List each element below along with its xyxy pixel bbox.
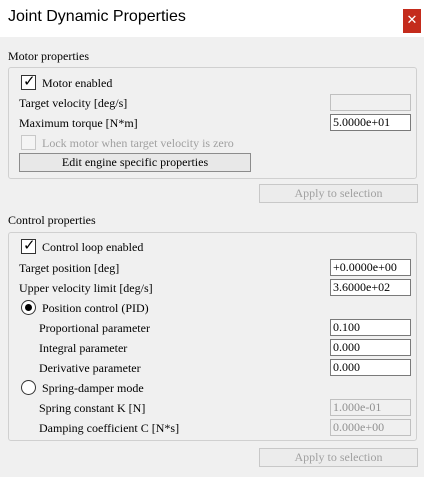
- upper-velocity-label: Upper velocity limit [deg/s]: [19, 281, 153, 295]
- motor-properties-label: Motor properties: [8, 49, 89, 63]
- integral-label: Integral parameter: [39, 341, 128, 355]
- control-loop-checkbox[interactable]: ✓: [21, 236, 36, 254]
- checkmark-icon: ✓: [23, 72, 36, 90]
- control-apply-button[interactable]: Apply to selection: [259, 448, 418, 467]
- close-icon[interactable]: ✕: [403, 9, 421, 33]
- motor-apply-button[interactable]: Apply to selection: [259, 184, 418, 203]
- target-position-field[interactable]: +0.0000e+00: [330, 259, 411, 276]
- spring-damper-radio[interactable]: [21, 380, 36, 395]
- lock-motor-checkbox[interactable]: [21, 135, 36, 150]
- control-properties-label: Control properties: [8, 213, 96, 227]
- position-control-radio[interactable]: [21, 300, 36, 315]
- target-velocity-label: Target velocity [deg/s]: [19, 96, 128, 110]
- lock-motor-label: Lock motor when target velocity is zero: [42, 136, 234, 150]
- edit-engine-properties-button[interactable]: Edit engine specific properties: [19, 153, 251, 172]
- motor-enabled-checkbox[interactable]: ✓: [21, 72, 36, 90]
- upper-velocity-field[interactable]: 3.6000e+02: [330, 279, 411, 296]
- target-velocity-field[interactable]: [330, 94, 411, 111]
- spring-constant-field[interactable]: 1.000e-01: [330, 399, 411, 416]
- max-torque-field[interactable]: 5.0000e+01: [330, 114, 411, 131]
- max-torque-label: Maximum torque [N*m]: [19, 116, 138, 130]
- window-title: Joint Dynamic Properties: [8, 8, 186, 25]
- title-bar: Joint Dynamic Properties ✕: [0, 0, 424, 37]
- control-properties-group: ✓ Control loop enabled Target position […: [8, 232, 417, 441]
- spring-constant-label: Spring constant K [N]: [39, 401, 146, 415]
- damping-field[interactable]: 0.000e+00: [330, 419, 411, 436]
- radio-selected-dot: [25, 304, 32, 311]
- proportional-label: Proportional parameter: [39, 321, 150, 335]
- integral-field[interactable]: 0.000: [330, 339, 411, 356]
- derivative-field[interactable]: 0.000: [330, 359, 411, 376]
- position-control-label: Position control (PID): [42, 301, 149, 315]
- proportional-field[interactable]: 0.100: [330, 319, 411, 336]
- target-position-label: Target position [deg]: [19, 261, 120, 275]
- checkmark-icon: ✓: [23, 236, 36, 254]
- spring-damper-label: Spring-damper mode: [42, 381, 144, 395]
- damping-label: Damping coefficient C [N*s]: [39, 421, 180, 435]
- motor-properties-group: ✓ Motor enabled Target velocity [deg/s] …: [8, 67, 417, 179]
- motor-enabled-label: Motor enabled: [42, 76, 113, 90]
- derivative-label: Derivative parameter: [39, 361, 141, 375]
- control-loop-label: Control loop enabled: [42, 240, 144, 254]
